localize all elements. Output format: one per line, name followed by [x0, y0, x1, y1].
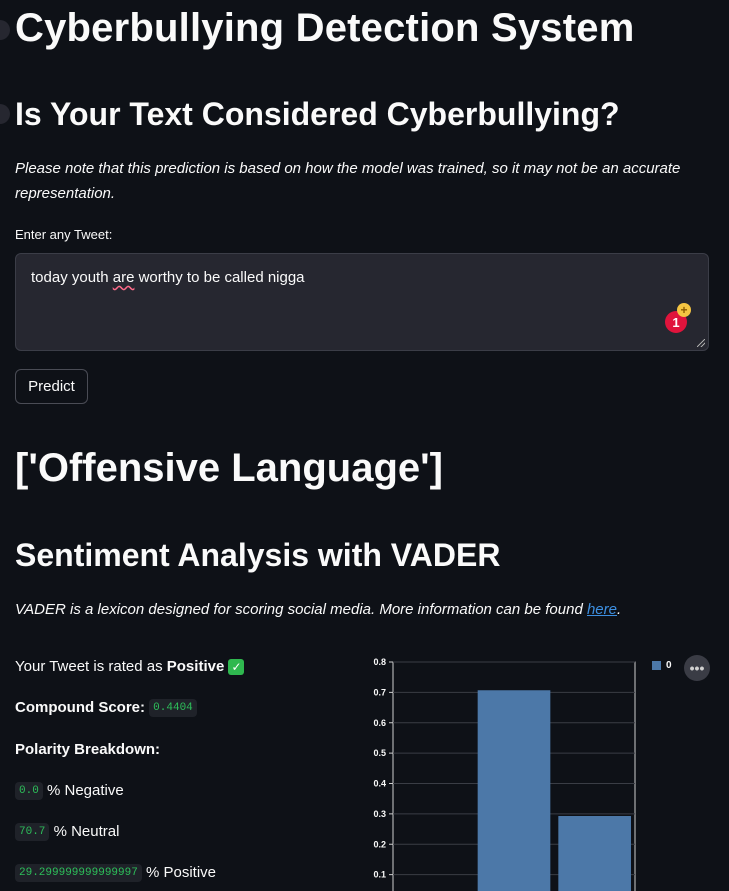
page-title: Cyberbullying Detection System [15, 6, 635, 50]
polarity-line: Polarity Breakdown: [15, 741, 160, 758]
bar-pos [558, 816, 631, 891]
vader-note-text: VADER is a lexicon designed for scoring … [15, 601, 587, 618]
negative-value: 0.0 [15, 782, 43, 801]
vader-note-end: . [617, 601, 622, 618]
prediction-result: ['Offensive Language'] [15, 446, 443, 490]
plus-icon: + [677, 303, 691, 317]
y-tick-label: 0.5 [373, 748, 386, 758]
neutral-value: 70.7 [15, 823, 50, 842]
tweet-textarea[interactable]: today youth are worthy to be called nigg… [15, 253, 709, 351]
rating-prefix: Your Tweet is rated as [15, 658, 167, 675]
y-tick-label: 0.1 [373, 870, 386, 880]
tweet-text-post: worthy to be called nigga [134, 269, 305, 286]
compound-line: Compound Score: 0.4404 [15, 699, 197, 718]
y-tick-label: 0.8 [373, 657, 386, 667]
vader-note: VADER is a lexicon designed for scoring … [15, 601, 621, 618]
rating-value: Positive [166, 658, 225, 675]
y-tick-label: 0.7 [373, 687, 386, 697]
negative-line: 0.0 % Negative [15, 782, 124, 801]
legend-swatch [652, 660, 661, 670]
y-tick-label: 0.6 [373, 718, 386, 728]
rating-line: Your Tweet is rated as Positive ✓ [15, 658, 245, 676]
question-heading: Is Your Text Considered Cyberbullying? [15, 96, 620, 132]
vader-link[interactable]: here [587, 601, 617, 618]
chart-menu-button[interactable]: ••• [684, 655, 710, 681]
resize-handle-icon[interactable] [697, 339, 705, 347]
polarity-bar-chart: 0.1 0.2 0.3 0.4 0.5 0.6 0.7 0.8 [373, 657, 636, 891]
tweet-text-pre: today youth [31, 269, 113, 286]
y-tick-label: 0.2 [373, 839, 386, 849]
check-icon: ✓ [228, 659, 245, 676]
compound-value: 0.4404 [149, 699, 197, 718]
polarity-label: Polarity Breakdown: [15, 741, 161, 758]
y-tick-label: 0.4 [373, 779, 386, 789]
sentiment-heading: Sentiment Analysis with VADER [15, 537, 501, 573]
anchor-dot [0, 20, 10, 40]
disclaimer-note: Please note that this prediction is base… [15, 160, 681, 202]
tweet-text: today youth are worthy to be called nigg… [31, 269, 305, 286]
bar-neu [477, 690, 551, 891]
anchor-dot [0, 104, 10, 124]
chart-legend: 0 [652, 660, 672, 671]
spell-flagged-word: are [112, 269, 135, 286]
tweet-input-label: Enter any Tweet: [15, 227, 113, 242]
y-tick-label: 0.3 [373, 809, 386, 819]
positive-line: 29.299999999999997 % Positive [15, 864, 217, 883]
positive-label: % Positive [146, 864, 217, 881]
legend-label: 0 [666, 660, 672, 671]
neutral-line: 70.7 % Neutral [15, 823, 120, 842]
compound-label: Compound Score: [15, 699, 145, 716]
predict-button[interactable]: Predict [15, 369, 88, 404]
negative-label: % Negative [46, 782, 124, 799]
neutral-label: % Neutral [53, 823, 120, 840]
positive-value: 29.299999999999997 [15, 864, 142, 883]
